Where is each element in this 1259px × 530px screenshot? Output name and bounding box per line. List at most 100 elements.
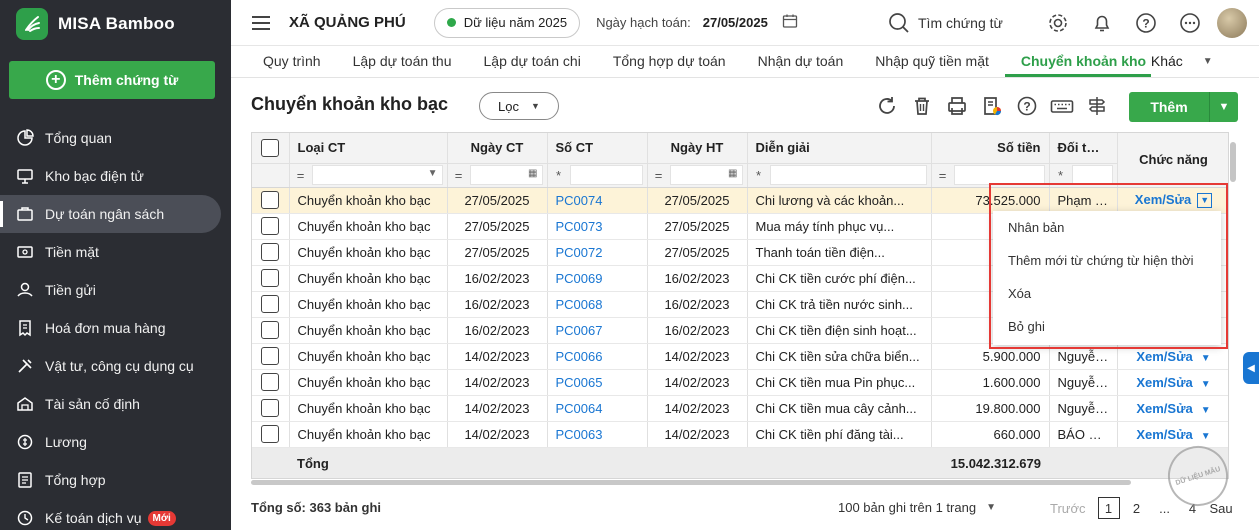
next-page-button[interactable]: Sau bbox=[1210, 501, 1233, 516]
sidebar-item-cash[interactable]: Tiền mặt bbox=[0, 233, 231, 271]
chevron-down-icon[interactable]: ▼ bbox=[1201, 353, 1211, 364]
row-checkbox-cell[interactable] bbox=[252, 369, 290, 396]
filter-party-input[interactable] bbox=[1071, 165, 1113, 185]
row-checkbox-cell[interactable] bbox=[252, 343, 290, 370]
row-checkbox[interactable] bbox=[261, 347, 280, 365]
page-size-selector[interactable]: 100 bản ghi trên 1 trang ▼ bbox=[838, 500, 996, 515]
page-button[interactable]: 2 bbox=[1126, 497, 1148, 519]
scroll-thumb[interactable] bbox=[251, 480, 1131, 485]
add-button[interactable]: Thêm bbox=[1129, 92, 1209, 122]
refresh-icon[interactable] bbox=[873, 92, 900, 119]
sidebar-item-deposit[interactable]: Tiền gửi bbox=[0, 271, 231, 309]
row-checkbox[interactable] bbox=[261, 269, 280, 287]
cell-number-link[interactable]: PC0073 bbox=[547, 213, 648, 240]
filter-type-input[interactable]: ▼ bbox=[311, 165, 443, 185]
row-checkbox-cell[interactable] bbox=[252, 421, 290, 448]
sidebar-item-budget[interactable]: Dự toán ngân sách bbox=[0, 195, 221, 233]
row-checkbox[interactable] bbox=[261, 191, 280, 209]
view-edit-link[interactable]: Xem/Sửa bbox=[1136, 375, 1192, 390]
sidebar-item-overview[interactable]: Tổng quan bbox=[0, 119, 231, 157]
filter-operator[interactable]: = bbox=[290, 168, 312, 183]
filter-description-input[interactable] bbox=[769, 165, 927, 185]
sidebar-item-service-accounting[interactable]: Kế toán dịch vụ Mới bbox=[0, 499, 231, 530]
filter-operator[interactable]: = bbox=[648, 168, 670, 183]
report-icon[interactable] bbox=[978, 92, 1005, 119]
gear-icon[interactable] bbox=[1043, 8, 1073, 38]
sidebar-item-e-treasury[interactable]: Kho bạc điện tử bbox=[0, 157, 231, 195]
side-panel-toggle-chevron-left-icon[interactable]: ◀ bbox=[1243, 352, 1259, 384]
sidebar-item-materials[interactable]: Vật tư, công cụ dụng cụ bbox=[0, 347, 231, 385]
add-voucher-button[interactable]: + Thêm chứng từ bbox=[9, 61, 215, 99]
avatar[interactable] bbox=[1217, 8, 1247, 38]
row-checkbox-cell[interactable] bbox=[252, 291, 290, 318]
chevron-down-icon[interactable]: ▼ bbox=[1201, 405, 1211, 416]
row-checkbox-cell[interactable] bbox=[252, 213, 290, 240]
calendar-icon[interactable] bbox=[782, 13, 798, 32]
sidebar-item-fixed-assets[interactable]: Tài sản cố định bbox=[0, 385, 231, 423]
sidebar-item-salary[interactable]: Lương bbox=[0, 423, 231, 461]
horizontal-scrollbar[interactable] bbox=[251, 479, 1229, 487]
tab-cash-deposit[interactable]: Nhập quỹ tiền mặt bbox=[859, 53, 1005, 77]
row-checkbox[interactable] bbox=[261, 217, 280, 235]
cell-number-link[interactable]: PC0065 bbox=[547, 369, 648, 396]
col-header-number[interactable]: Số CT bbox=[547, 133, 648, 164]
cell-number-link[interactable]: PC0074 bbox=[547, 187, 648, 214]
row-checkbox[interactable] bbox=[261, 373, 280, 391]
add-dropdown-chevron-down-icon[interactable]: ▼ bbox=[1209, 92, 1238, 122]
sidebar-item-purchase-invoice[interactable]: Hoá đơn mua hàng bbox=[0, 309, 231, 347]
cell-number-link[interactable]: PC0068 bbox=[547, 291, 648, 318]
vertical-scrollbar[interactable] bbox=[1229, 132, 1239, 479]
row-checkbox-cell[interactable] bbox=[252, 395, 290, 422]
col-header-date[interactable]: Ngày CT bbox=[447, 133, 548, 164]
filter-amount-input[interactable] bbox=[953, 165, 1045, 185]
table-row[interactable]: Chuyển khoản kho bạc 14/02/2023 PC0065 1… bbox=[252, 369, 1228, 396]
filter-date[interactable]: = ▦ bbox=[447, 163, 548, 188]
select-all-checkbox[interactable] bbox=[261, 138, 280, 157]
col-header-party[interactable]: Đối tượng bbox=[1049, 133, 1118, 164]
cell-number-link[interactable]: PC0063 bbox=[547, 421, 648, 448]
column-settings-icon[interactable] bbox=[1083, 92, 1110, 119]
filter-number[interactable]: * bbox=[547, 163, 648, 188]
tab-process[interactable]: Quy trình bbox=[247, 53, 337, 77]
view-edit-link[interactable]: Xem/Sửa bbox=[1136, 401, 1192, 416]
chevron-down-icon[interactable]: ▼ bbox=[1201, 431, 1211, 442]
page-button[interactable]: 1 bbox=[1097, 497, 1120, 519]
filter-operator[interactable]: * bbox=[1050, 168, 1072, 183]
filter-type[interactable]: = ▼ bbox=[289, 163, 448, 188]
row-checkbox[interactable] bbox=[261, 321, 280, 339]
filter-operator[interactable]: * bbox=[548, 168, 570, 183]
cell-number-link[interactable]: PC0066 bbox=[547, 343, 648, 370]
tab-treasury-transfer[interactable]: Chuyển khoản kho bạc bbox=[1004, 53, 1151, 77]
row-checkbox[interactable] bbox=[261, 399, 280, 417]
col-header-posting-date[interactable]: Ngày HT bbox=[647, 133, 748, 164]
cell-number-link[interactable]: PC0067 bbox=[547, 317, 648, 344]
tab-estimate-summary[interactable]: Tổng hợp dự toán bbox=[597, 53, 742, 77]
organization-name[interactable]: XÃ QUẢNG PHÚ bbox=[289, 14, 406, 31]
col-header-type[interactable]: Loại CT bbox=[289, 133, 448, 164]
delete-icon[interactable] bbox=[908, 92, 935, 119]
col-header-description[interactable]: Diễn giải bbox=[747, 133, 932, 164]
data-year-selector[interactable]: Dữ liệu năm 2025 bbox=[433, 7, 581, 38]
bell-icon[interactable] bbox=[1087, 8, 1117, 38]
view-edit-link[interactable]: Xem/Sửa bbox=[1136, 349, 1192, 364]
tab-more[interactable]: Khác ▼ bbox=[1151, 53, 1213, 77]
row-checkbox-cell[interactable] bbox=[252, 239, 290, 266]
menu-icon[interactable] bbox=[252, 12, 270, 34]
filter-operator[interactable]: * bbox=[748, 168, 770, 183]
sidebar-item-summary[interactable]: Tổng hợp bbox=[0, 461, 231, 499]
tab-revenue-estimate[interactable]: Lập dự toán thu bbox=[337, 53, 468, 77]
prev-page-button[interactable]: Trước bbox=[1050, 501, 1086, 516]
chevron-down-icon[interactable]: ▼ bbox=[1201, 379, 1211, 390]
filter-posting-date-input[interactable]: ▦ bbox=[669, 165, 743, 185]
row-checkbox[interactable] bbox=[261, 425, 280, 443]
print-icon[interactable] bbox=[943, 92, 970, 119]
search-voucher[interactable]: Tìm chứng từ bbox=[888, 12, 1003, 34]
filter-description[interactable]: * bbox=[747, 163, 932, 188]
cell-number-link[interactable]: PC0064 bbox=[547, 395, 648, 422]
view-edit-link[interactable]: Xem/Sửa bbox=[1136, 427, 1192, 442]
row-checkbox-cell[interactable] bbox=[252, 317, 290, 344]
cell-number-link[interactable]: PC0069 bbox=[547, 265, 648, 292]
posting-date-value[interactable]: 27/05/2025 bbox=[703, 15, 768, 30]
filter-number-input[interactable] bbox=[569, 165, 643, 185]
filter-date-input[interactable]: ▦ bbox=[469, 165, 543, 185]
